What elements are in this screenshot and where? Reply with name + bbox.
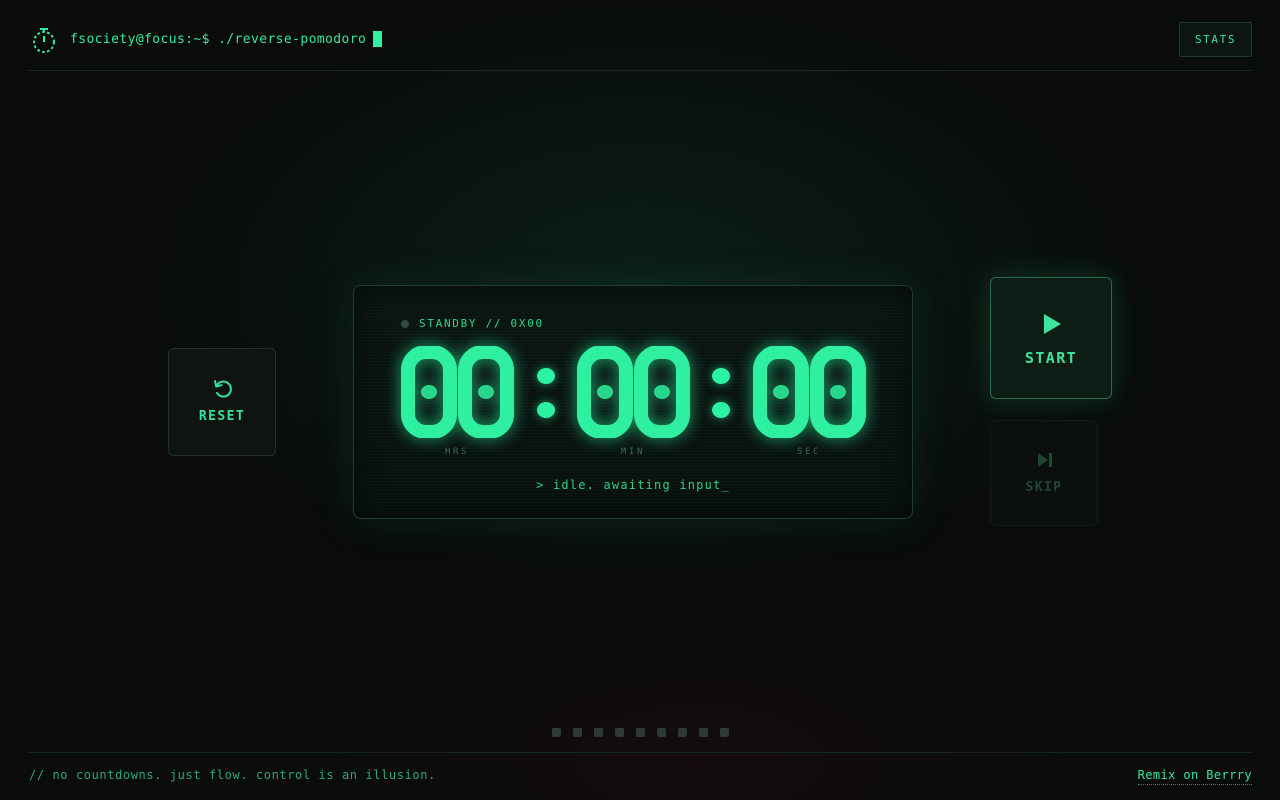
status-dot [401,319,409,328]
time-readout [400,346,870,438]
status-text: STANDBY // 0X00 [419,317,544,330]
session-dot [678,728,687,737]
digit-glyph [633,346,691,438]
play-icon [1044,314,1061,334]
colon-separator [535,346,557,438]
seconds-label: SEC [796,447,822,457]
session-dot [636,728,645,737]
session-dot [573,728,582,737]
footer-tagline: // no countdowns. just flow. control is … [29,768,436,782]
session-dot [594,728,603,737]
digit-glyph [576,346,634,438]
skip-button[interactable]: SKIP [990,420,1098,526]
remix-link[interactable]: Remix on Berrry [1137,768,1252,785]
terminal-cursor [373,31,383,47]
reset-icon [214,380,232,398]
status-indicator: STANDBY // 0X00 [401,317,544,330]
hours-label: HRS [444,447,470,457]
terminal-prompt: fsociety@focus:~$ ./reverse-pomodoro [70,31,383,47]
start-label: START [1024,349,1078,367]
session-dot [657,728,666,737]
session-dot [720,728,729,737]
start-button[interactable]: START [990,277,1112,399]
minutes-label: MIN [620,447,646,457]
skip-next-icon [1038,453,1052,467]
digit-glyph [457,346,515,438]
session-progress [552,728,741,738]
status-message: > idle. awaiting input_ [536,478,730,492]
stopwatch-icon [33,28,55,53]
reset-button[interactable]: RESET [168,348,276,456]
timer-display: STANDBY // 0X00 HRS MIN SEC > idle. awai… [353,285,913,519]
session-dot [699,728,708,737]
digit-glyph [752,346,810,438]
prompt-user: fsociety@focus:~$ [70,31,210,47]
skip-label: SKIP [1025,480,1063,495]
digit-glyph [400,346,458,438]
session-dot [615,728,624,737]
session-dot [552,728,561,737]
digit-glyph [809,346,867,438]
colon-separator [710,346,732,438]
stats-button[interactable]: STATS [1179,22,1252,57]
reset-label: RESET [198,409,246,424]
footer: // no countdowns. just flow. control is … [28,752,1252,800]
prompt-command: ./reverse-pomodoro [218,31,367,47]
top-bar: fsociety@focus:~$ ./reverse-pomodoro STA… [28,0,1252,71]
